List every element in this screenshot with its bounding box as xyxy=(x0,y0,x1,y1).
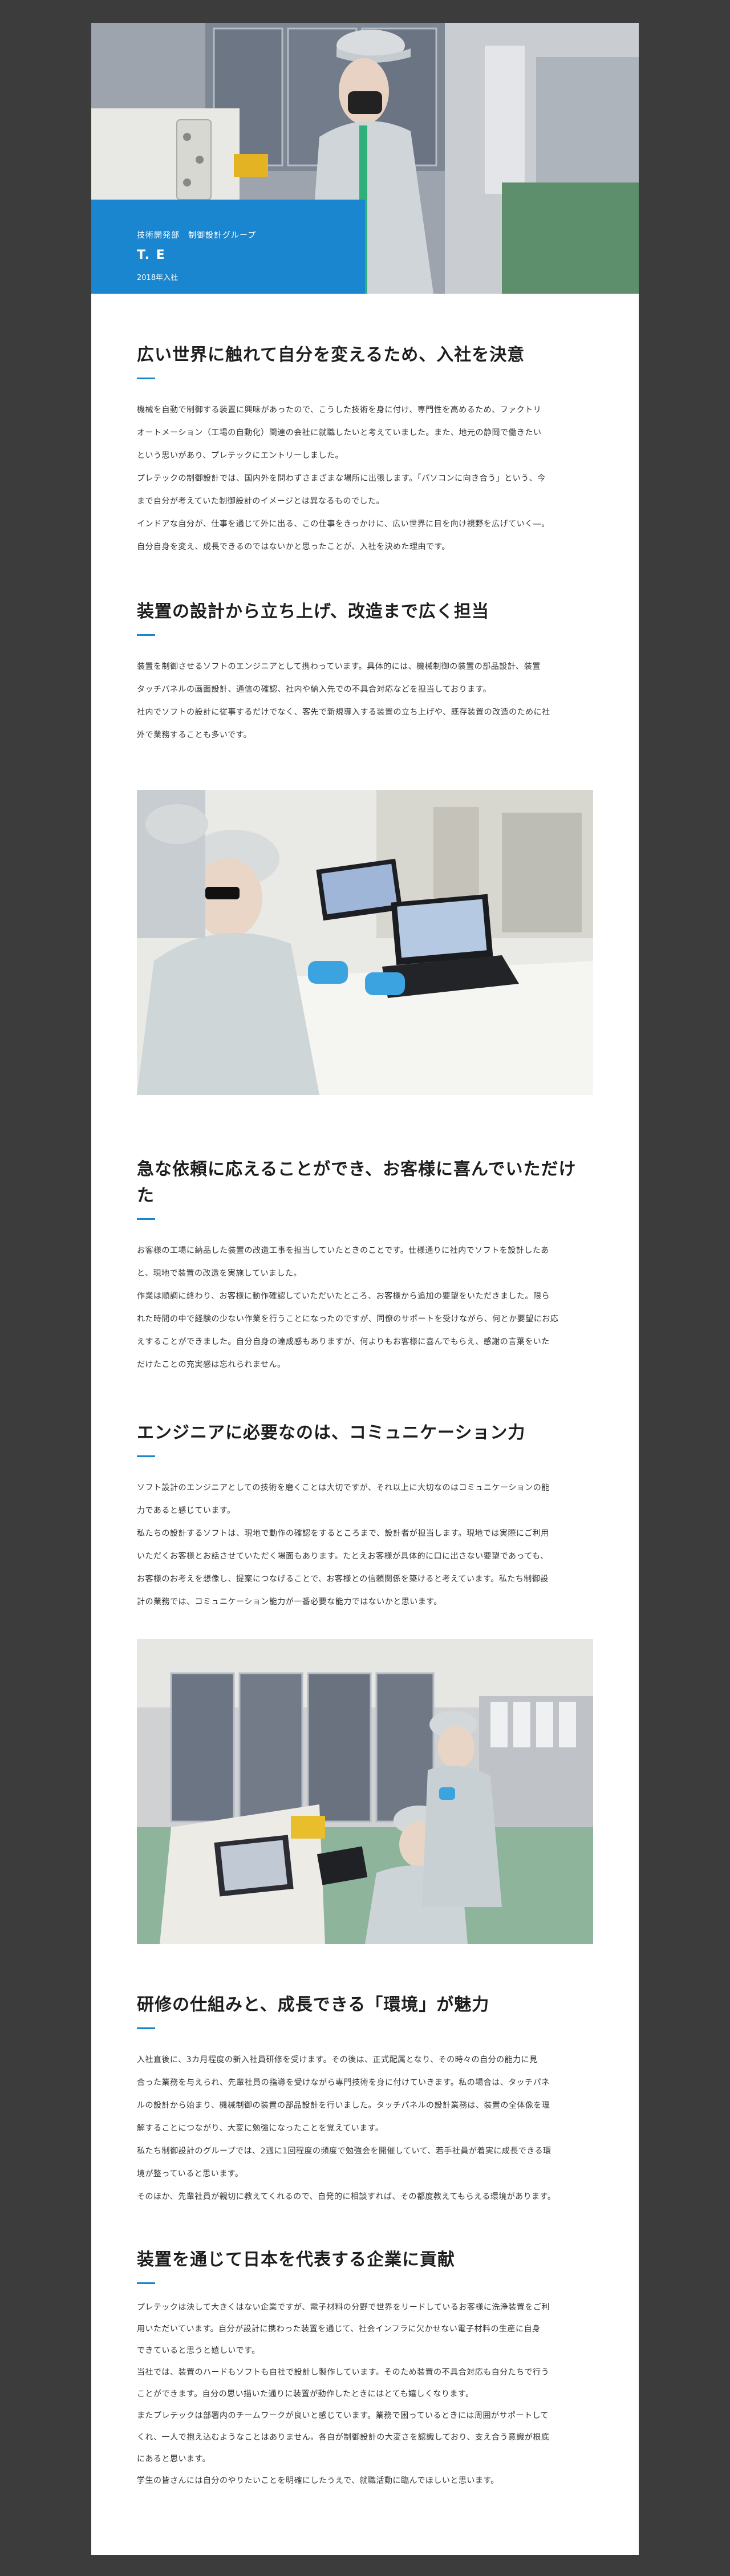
section-title: 装置を通じて日本を代表する企業に貢献 xyxy=(137,2250,455,2270)
paragraph-line: 力であると感じています。 xyxy=(137,1506,236,1515)
paragraph-line: という思いがあり、プレテックにエントリーしました。 xyxy=(137,451,343,460)
title-accent-bar xyxy=(137,378,155,379)
section-body: 機械を自動で制御する装置に興味があったので、こうした技術を身に付け、専門性を高め… xyxy=(137,399,593,558)
section-job-scope: 装置の設計から立ち上げ、改造まで広く担当 装置を制御させるソフトのエンジニアとし… xyxy=(137,599,593,747)
paragraph-line: 解することにつながり、大変に勉強になったことを覚えています。 xyxy=(137,2124,384,2133)
paragraph-line: 計の業務では、コミュニケーション能力が一番必要な能力ではないかと思います。 xyxy=(137,1597,442,1607)
paragraph-line: オートメーション（工場の自動化）関連の会社に就職したいと考えていました。また、地… xyxy=(137,428,542,437)
paragraph-line: 社内でソフトの設計に従事するだけでなく、客先で新規導入する装置の立ち上げや、既存… xyxy=(137,708,550,717)
paragraph-line: 私たちの設計するソフトは、現地で動作の確認をするところまで、設計者が担当します。… xyxy=(137,1529,549,1538)
section-title: 広い世界に触れて自分を変えるため、入社を決意 xyxy=(137,345,525,365)
title-accent-bar xyxy=(137,2282,155,2284)
section-body: お客様の工場に納品した装置の改造工事を担当していたときのことです。仕様通りに社内… xyxy=(137,1239,593,1376)
photo-illustration xyxy=(137,1639,593,1944)
paragraph-line: お客様の工場に納品した装置の改造工事を担当していたときのことです。仕様通りに社内… xyxy=(137,1246,549,1255)
paragraph-line: 私たち制御設計のグループでは、2週に1回程度の頻度で勉強会を開催していて、若手社… xyxy=(137,2147,551,2156)
paragraph-line: インドアな自分が、仕事を通じて外に出る、この仕事をきっかけに、広い世界に目を向け… xyxy=(137,520,550,529)
photo-illustration xyxy=(137,790,593,1095)
paragraph-line: ルの設計から始まり、機械制御の装置の部品設計を行いました。タッチパネルの設計業務… xyxy=(137,2101,550,2110)
title-accent-bar xyxy=(137,2027,155,2029)
paragraph-line: タッチパネルの画面設計、通信の確認、社内や納入先での不具合対応などを担当しており… xyxy=(137,685,492,694)
paragraph-line: くれ、一人で抱え込むようなことはありません。各自が制御設計の大変さを認識しており… xyxy=(137,2433,550,2442)
section-body: プレテックは決して大きくはない企業ですが、電子材料の分野で世界をリードしているお… xyxy=(137,2297,593,2492)
hero-photo: 技術開発部 制御設計グループ T. E 2018年入社 xyxy=(91,23,639,294)
title-accent-bar xyxy=(137,1455,155,1457)
paragraph-line: ことができます。自分の思い描いた通りに装置が動作したときにはとても嬉しくなります… xyxy=(137,2390,474,2399)
title-accent-bar xyxy=(137,1218,155,1220)
paragraph-line: 自分自身を変え、成長できるのではないかと思ったことが、入社を決めた理由です。 xyxy=(137,542,451,551)
paragraph-line: えすることができました。自分自身の達成感もありますが、何よりもお客様に喜んでもら… xyxy=(137,1337,550,1346)
paragraph-line: 用いただいています。自分が設計に携わった装置を通じて、社会インフラに欠かせない電… xyxy=(137,2325,541,2334)
paragraph-line: まで自分が考えていた制御設計のイメージとは異なるものでした。 xyxy=(137,497,385,506)
paragraph-line: 機械を自動で制御する装置に興味があったので、こうした技術を身に付け、専門性を高め… xyxy=(137,405,542,415)
section-motivation: 広い世界に触れて自分を変えるため、入社を決意 機械を自動で制御する装置に興味があ… xyxy=(137,342,593,558)
employee-joined-year: 2018年入社 xyxy=(137,274,179,282)
paragraph-line: できていると思うと嬉しいです。 xyxy=(137,2346,260,2355)
section-title: 装置の設計から立ち上げ、改造まで広く担当 xyxy=(137,602,489,622)
paragraph-line: と、現地で装置の改造を実施していました。 xyxy=(137,1269,302,1278)
paragraph-line: そのほか、先輩社員が親切に教えてくれるので、自発的に相談すれば、その都度教えても… xyxy=(137,2192,556,2201)
section-contribution: 装置を通じて日本を代表する企業に貢献 プレテックは決して大きくはない企業ですが、… xyxy=(137,2247,593,2492)
paragraph-line: 学生の皆さんには自分のやりたいことを明確にしたうえで、就職活動に臨んでほしいと思… xyxy=(137,2476,499,2485)
section-customer-request: 急な依頼に応えることができ、お客様に喜んでいただけた お客様の工場に納品した装置… xyxy=(137,1157,593,1376)
paragraph-line: いただくお客様とお話させていただく場面もあります。たとえお客様が具体的に口に出さ… xyxy=(137,1552,549,1561)
employee-name: T. E xyxy=(137,248,166,262)
paragraph-line: ソフト設計のエンジニアとしての技術を磨くことは大切ですが、それ以上に大切なのはコ… xyxy=(137,1483,550,1492)
title-accent-bar xyxy=(137,634,155,636)
employee-department: 技術開発部 制御設計グループ xyxy=(137,231,257,240)
paragraph-line: 当社では、装置のハードもソフトも自社で設計し製作しています。そのため装置の不具合… xyxy=(137,2368,550,2377)
paragraph-line: れた時間の中で経験の少ない作業を行うことになったのですが、同僚のサポートを受けな… xyxy=(137,1315,559,1324)
paragraph-line: 合った業務を与えられ、先輩社員の指導を受けながら専門技術を身に付けていきます。私… xyxy=(137,2078,550,2087)
section-body: 装置を制御させるソフトのエンジニアとして携わっています。具体的には、機械制御の装… xyxy=(137,655,593,747)
paragraph-line: 外で業務することも多いです。 xyxy=(137,731,252,740)
section-body: ソフト設計のエンジニアとしての技術を磨くことは大切ですが、それ以上に大切なのはコ… xyxy=(137,1476,593,1613)
paragraph-line: またプレテックは部署内のチームワークが良いと感じています。業務で困っているときに… xyxy=(137,2411,549,2420)
paragraph-line: 入社直後に、3カ月程度の新入社員研修を受けます。その後は、正式配属となり、その時… xyxy=(137,2055,538,2064)
photo-engineers-at-machine xyxy=(137,1639,593,1944)
paragraph-line: 境が整っていると思います。 xyxy=(137,2169,244,2179)
section-title: 急な依頼に応えることができ、お客様に喜んでいただけた xyxy=(137,1159,577,1206)
paragraph-line: だけたことの充実感は忘れられません。 xyxy=(137,1360,286,1369)
paragraph-line: にあると思います。 xyxy=(137,2455,211,2464)
photo-engineers-at-laptops xyxy=(137,790,593,1095)
section-title: エンジニアに必要なのは、コミュニケーション力 xyxy=(137,1423,526,1443)
section-title: 研修の仕組みと、成長できる「環境」が魅力 xyxy=(137,1995,490,2015)
section-training: 研修の仕組みと、成長できる「環境」が魅力 入社直後に、3カ月程度の新入社員研修を… xyxy=(137,1992,593,2208)
profile-card: 技術開発部 制御設計グループ T. E 2018年入社 xyxy=(91,200,365,294)
paragraph-line: プレテックは決して大きくはない企業ですが、電子材料の分野で世界をリードしているお… xyxy=(137,2303,550,2312)
section-communication: エンジニアに必要なのは、コミュニケーション力 ソフト設計のエンジニアとしての技術… xyxy=(137,1420,593,1613)
paragraph-line: 装置を制御させるソフトのエンジニアとして携わっています。具体的には、機械制御の装… xyxy=(137,662,541,671)
paragraph-line: 作業は順調に終わり、お客様に動作確認していただいたところ、お客様から追加の要望を… xyxy=(137,1292,550,1301)
paragraph-line: お客様のお考えを想像し、提案につなげることで、お客様との信頼関係を築けると考えて… xyxy=(137,1575,549,1584)
interview-article: 技術開発部 制御設計グループ T. E 2018年入社 広い世界に触れて自分を変… xyxy=(91,23,639,2555)
paragraph-line: プレテックの制御設計では、国内外を問わずさまざまな場所に出張します。「パソコンに… xyxy=(137,474,546,483)
section-body: 入社直後に、3カ月程度の新入社員研修を受けます。その後は、正式配属となり、その時… xyxy=(137,2048,593,2208)
